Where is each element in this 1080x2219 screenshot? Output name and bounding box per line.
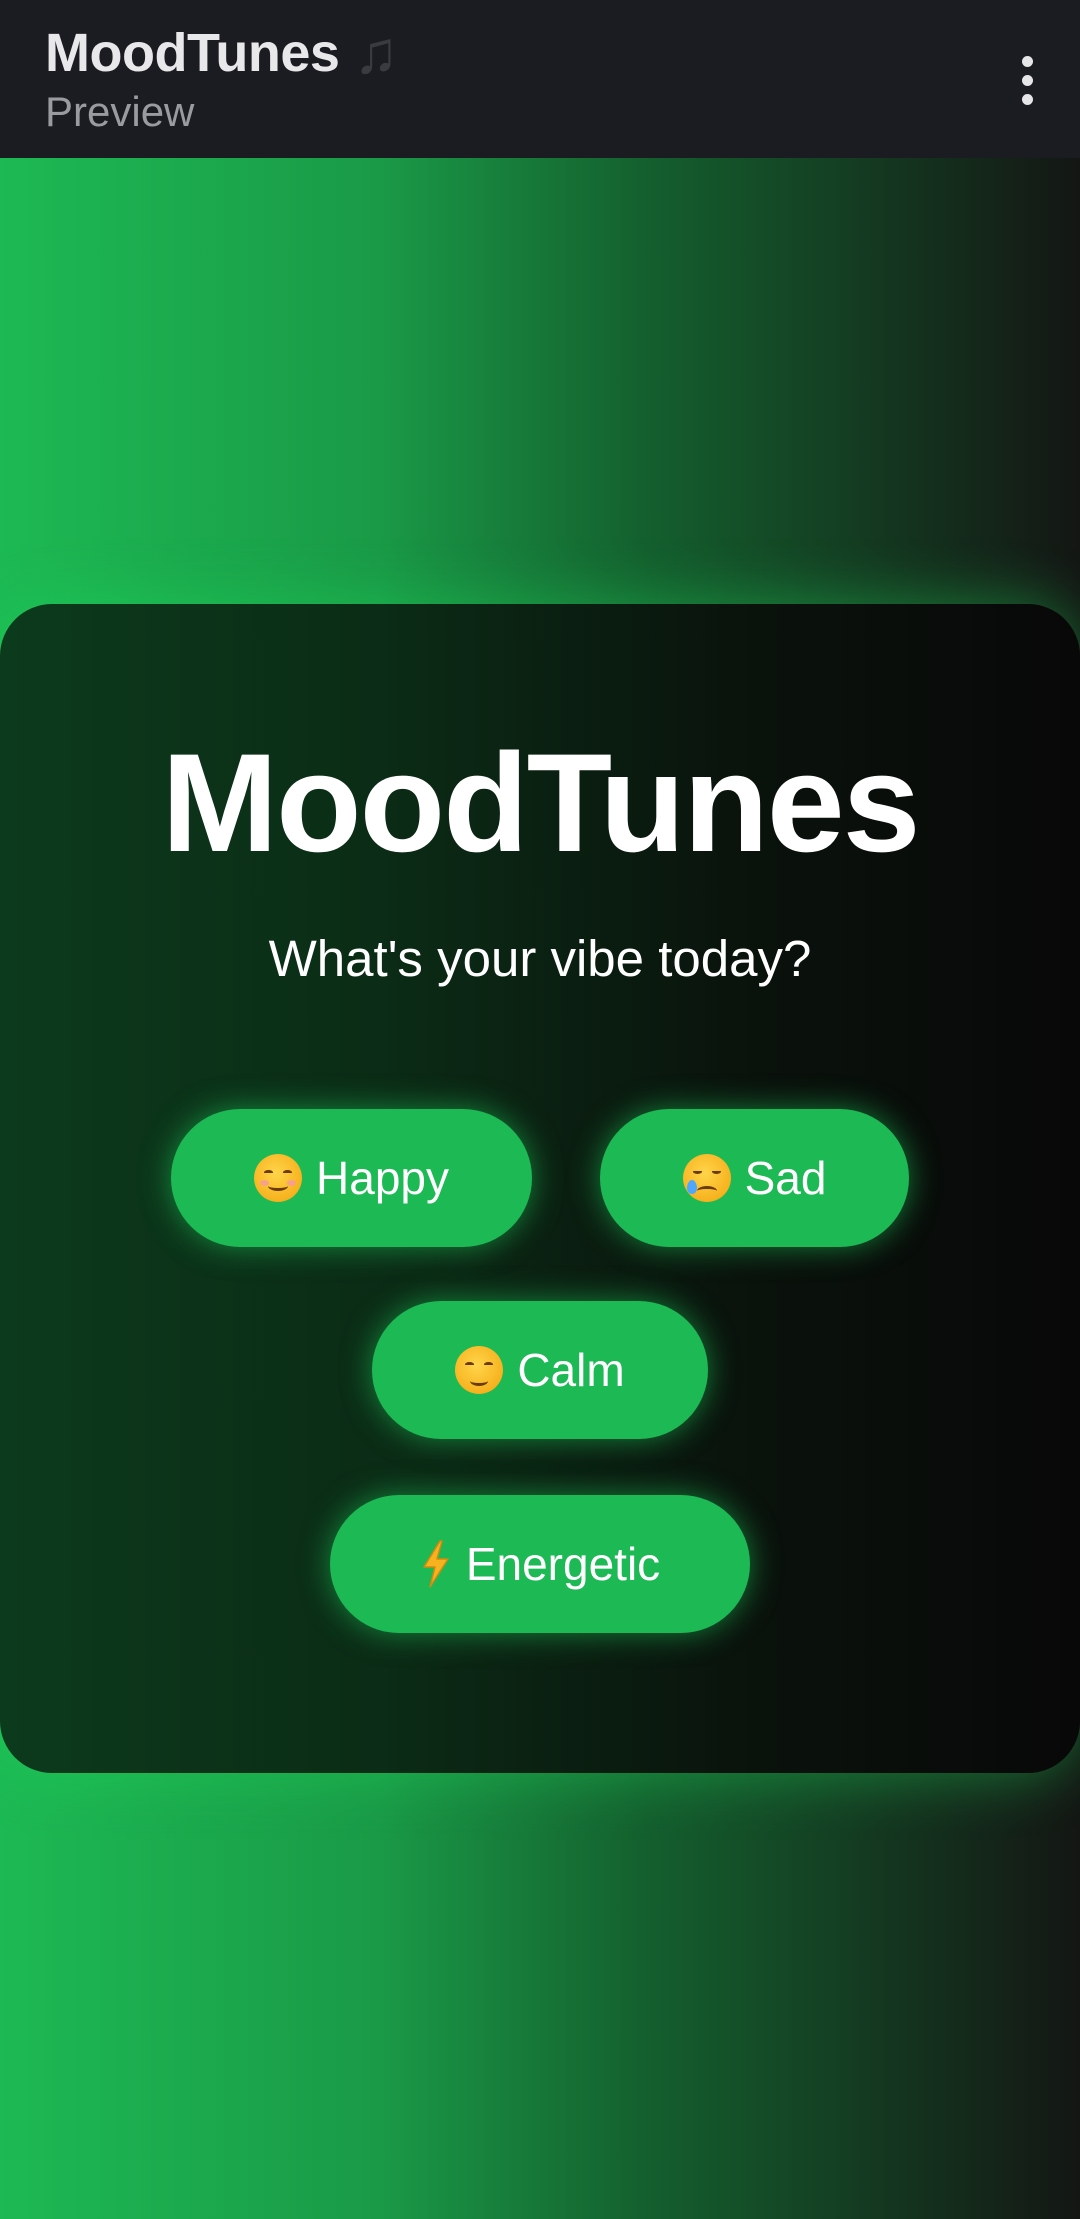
- crying-face-icon: [682, 1154, 731, 1202]
- app-bar: MoodTunes ♫ Preview: [0, 0, 1080, 158]
- more-vertical-icon: [1021, 55, 1033, 67]
- lightning-bolt-icon: [423, 1540, 449, 1588]
- app-title-text: MoodTunes: [45, 22, 340, 83]
- music-note-icon: ♫: [353, 19, 398, 86]
- app-subtitle: Preview: [45, 88, 195, 135]
- more-vertical-icon-dot: [1021, 93, 1033, 105]
- relieved-face-icon: [455, 1346, 504, 1394]
- card-title: MoodTunes: [161, 724, 920, 881]
- more-vertical-icon-dot: [1021, 74, 1033, 86]
- mood-button-label: Calm: [517, 1344, 625, 1396]
- mood-button-energetic[interactable]: Energetic: [330, 1495, 750, 1633]
- overflow-menu-button[interactable]: [992, 40, 1062, 120]
- mood-button-sad[interactable]: Sad: [600, 1109, 909, 1247]
- mood-button-label: Energetic: [465, 1538, 661, 1590]
- mood-card: MoodTunes What's your vibe today? Happy …: [0, 604, 1080, 1773]
- card-subtitle: What's your vibe today?: [268, 930, 812, 987]
- mood-button-label: Sad: [744, 1152, 827, 1204]
- app-title: MoodTunes ♫: [45, 18, 398, 87]
- mood-button-calm[interactable]: Calm: [372, 1301, 708, 1439]
- mood-button-happy[interactable]: Happy: [171, 1109, 532, 1247]
- smiling-face-icon: [254, 1154, 303, 1202]
- mood-button-label: Happy: [316, 1152, 449, 1204]
